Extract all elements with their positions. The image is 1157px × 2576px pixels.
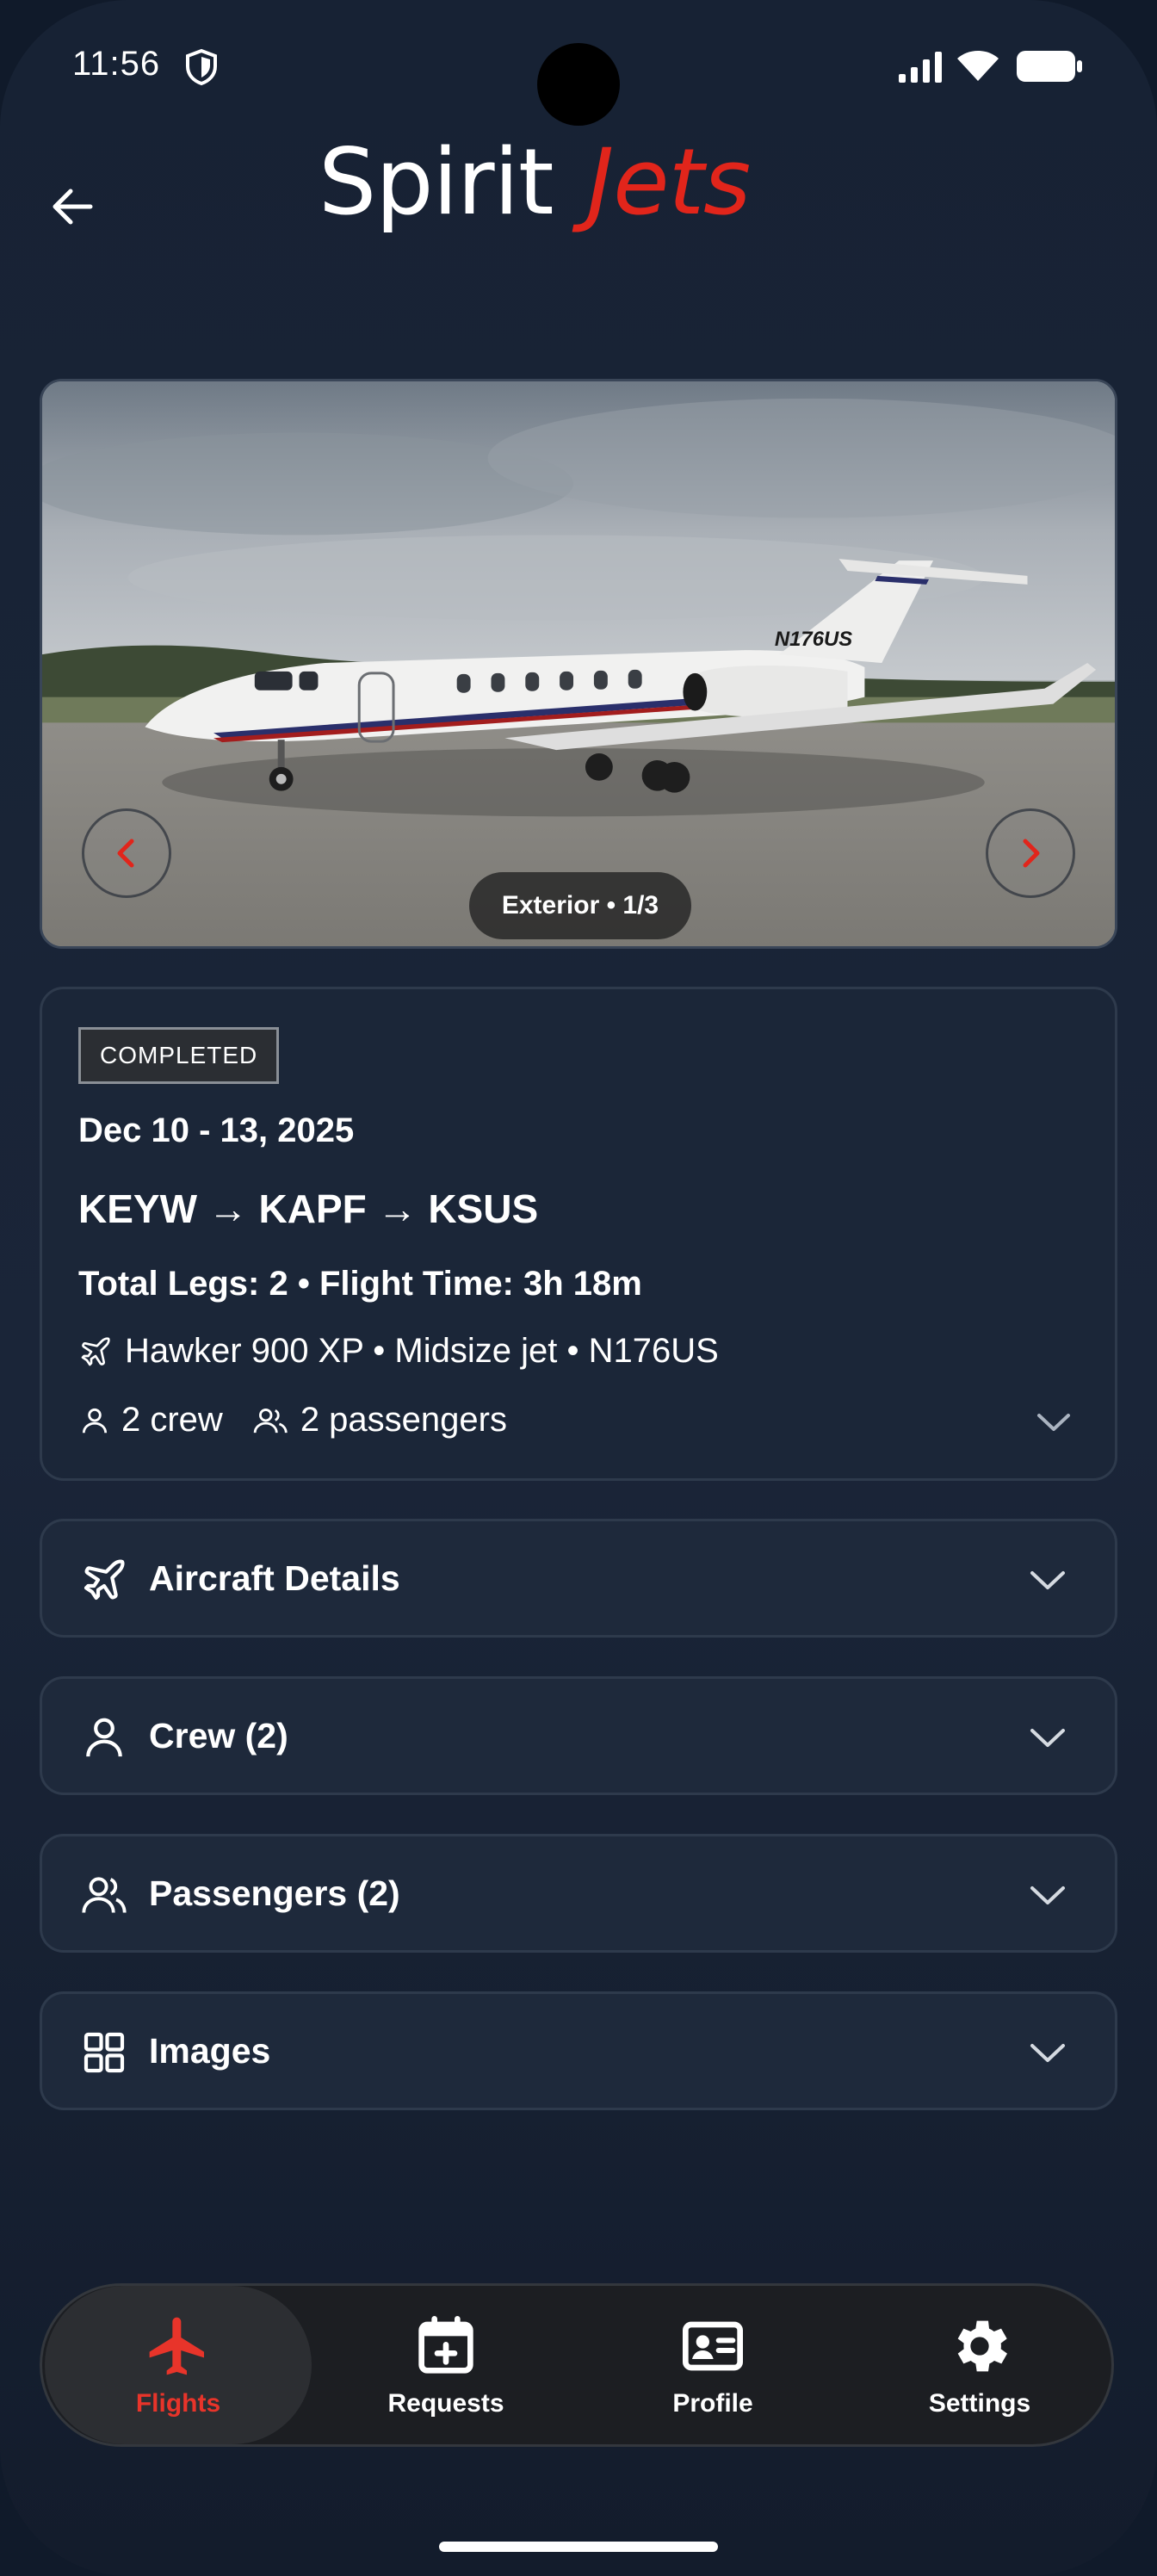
nav-profile[interactable]: Profile [579, 2286, 846, 2444]
signal-icon [899, 52, 942, 83]
chevron-down-icon [1030, 2044, 1065, 2062]
trip-aircraft: Hawker 900 XP • Midsize jet • N176US [125, 1332, 719, 1370]
carousel-prev-button[interactable] [82, 808, 171, 898]
camera-cutout [537, 43, 620, 126]
status-badge: COMPLETED [78, 1027, 280, 1084]
section-label: Passengers (2) [149, 1873, 400, 1913]
section-label: Aircraft Details [149, 1557, 400, 1598]
arrow-left-icon [53, 189, 93, 225]
nav-flights[interactable]: Flights [45, 2286, 312, 2444]
phone-screen: 11:56 Spirit Jets N176US Exterior • 1/3 … [0, 0, 1157, 2576]
home-indicator[interactable] [439, 2542, 718, 2552]
shield-icon [186, 48, 217, 86]
plane-icon [84, 1559, 125, 1601]
svg-text:N176US: N176US [775, 628, 852, 651]
trip-aircraft-row: Hawker 900 XP • Midsize jet • N176US [78, 1332, 719, 1371]
passenger-count: 2 passengers [300, 1401, 507, 1439]
chevron-down-icon[interactable] [1032, 1401, 1075, 1444]
brand-logo: Spirit Jets [319, 129, 835, 235]
aircraft-image-carousel[interactable]: N176US Exterior • 1/3 [40, 379, 1117, 949]
back-button[interactable] [45, 179, 100, 234]
crew-count: 2 crew [121, 1401, 223, 1439]
trip-people-row: 2 crew 2 passengers [78, 1401, 507, 1440]
people-icon [82, 1877, 127, 1913]
section-aircraft-details[interactable]: Aircraft Details [40, 1519, 1117, 1638]
bottom-navigation: Flights Requests Profile Settings [40, 2283, 1114, 2447]
person-icon [82, 1408, 108, 1433]
id-card-icon [683, 2321, 743, 2371]
nav-label: Profile [672, 2389, 753, 2418]
grid-icon [84, 2032, 125, 2073]
status-time: 11:56 [72, 45, 161, 83]
section-passengers[interactable]: Passengers (2) [40, 1834, 1117, 1953]
section-images[interactable]: Images [40, 1991, 1117, 2110]
image-caption: Exterior • 1/3 [469, 872, 691, 939]
plane-icon [81, 1336, 110, 1365]
people-icon [253, 1408, 288, 1433]
flight-summary-card[interactable]: COMPLETED Dec 10 - 13, 2025 KEYW → KAPF … [40, 987, 1117, 1481]
calendar-plus-icon [418, 2316, 473, 2374]
chevron-left-icon [117, 839, 134, 868]
trip-dates: Dec 10 - 13, 2025 [78, 1112, 355, 1149]
nav-requests[interactable]: Requests [312, 2286, 579, 2444]
trip-route: KEYW → KAPF → KSUS [78, 1186, 539, 1231]
plane-icon [149, 2317, 204, 2375]
section-label: Crew (2) [149, 1715, 288, 1756]
nav-label: Requests [387, 2389, 504, 2418]
chevron-down-icon [1030, 1729, 1065, 1747]
carousel-next-button[interactable] [986, 808, 1075, 898]
trip-legs-flight-time: Total Legs: 2 • Flight Time: 3h 18m [78, 1265, 642, 1303]
aircraft-photo: N176US [42, 381, 1115, 946]
chevron-right-icon [1023, 839, 1040, 868]
brand-logo-jets: Jets [587, 129, 751, 235]
nav-label: Flights [135, 2389, 221, 2418]
gear-icon [957, 2320, 1007, 2372]
status-bar: 11:56 [0, 0, 1157, 138]
wifi-icon [957, 51, 999, 81]
section-label: Images [149, 2030, 271, 2071]
nav-label: Settings [928, 2389, 1031, 2418]
chevron-down-icon [1030, 1571, 1065, 1589]
brand-logo-spirit: Spirit [319, 129, 554, 235]
nav-settings[interactable]: Settings [846, 2286, 1113, 2444]
chevron-down-icon [1030, 1886, 1065, 1904]
battery-icon [1017, 51, 1082, 82]
section-crew[interactable]: Crew (2) [40, 1676, 1117, 1795]
person-icon [86, 1718, 122, 1757]
